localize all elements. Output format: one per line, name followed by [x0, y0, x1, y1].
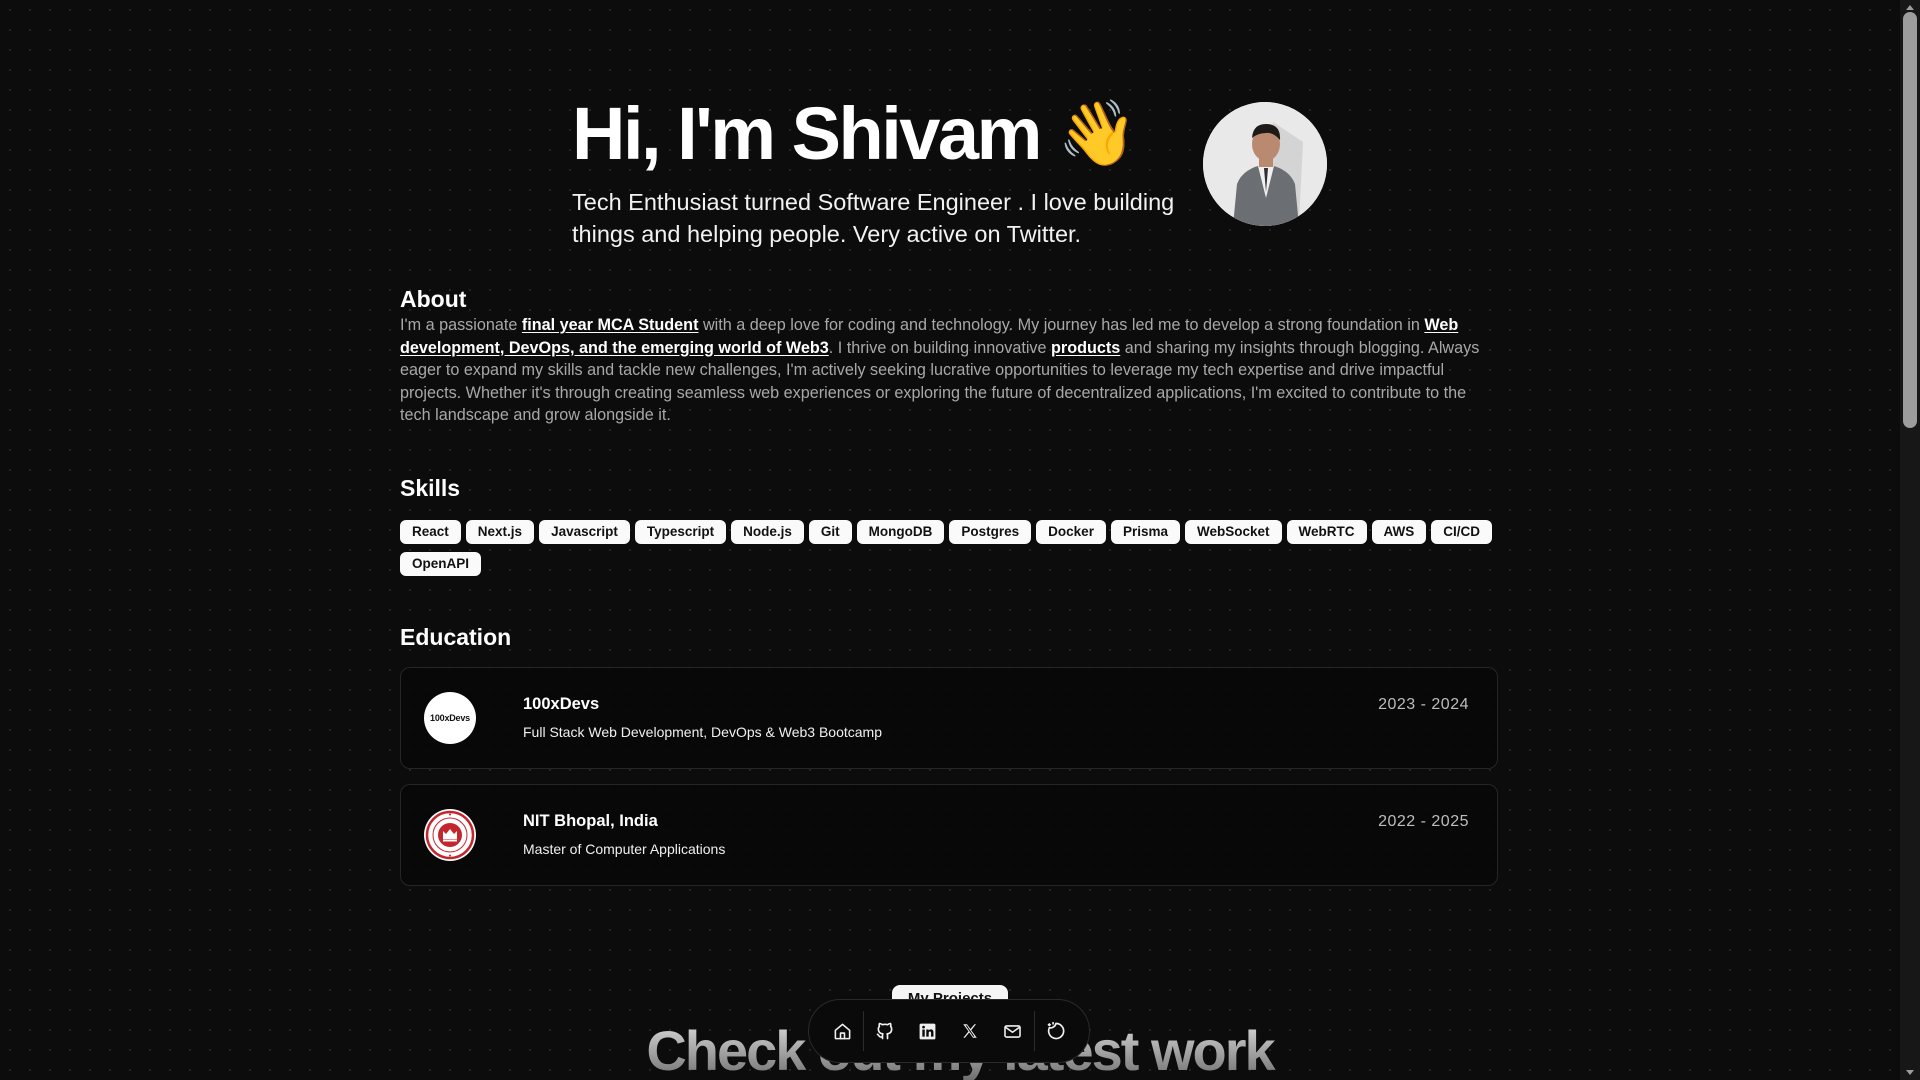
education-title: Education	[400, 624, 512, 650]
education-card[interactable]: NIT Bhopal, India Master of Computer App…	[400, 784, 1498, 886]
skill-chip: WebSocket	[1184, 520, 1282, 544]
skill-chip: OpenAPI	[400, 552, 482, 576]
skill-chip: Prisma	[1110, 520, 1180, 544]
page-scrollbar[interactable]	[1900, 0, 1920, 1080]
mail-icon[interactable]	[991, 1009, 1033, 1054]
skill-chip: Node.js	[731, 520, 804, 544]
about-title: About	[400, 286, 467, 312]
logo-text: 100xDevs	[430, 713, 470, 723]
skill-chip: Docker	[1036, 520, 1106, 544]
skill-chip: Git	[808, 520, 852, 544]
about-text-2: with a deep love for coding and technolo…	[698, 316, 1425, 334]
scrollbar-thumb[interactable]	[1903, 12, 1917, 428]
100xdevs-logo-icon: 100xDevs	[424, 692, 476, 744]
avatar	[1203, 102, 1327, 226]
mca-student-link[interactable]: final year MCA Student	[522, 316, 699, 334]
skill-chip: CI/CD	[1431, 520, 1493, 544]
theme-toggle-icon[interactable]	[1035, 1009, 1077, 1054]
skill-chip: MongoDB	[856, 520, 945, 544]
home-icon[interactable]	[821, 1009, 863, 1054]
skill-chip: React	[400, 520, 461, 544]
wave-emoji-icon: 👋	[1057, 97, 1138, 169]
about-text-3: . I thrive on building innovative	[828, 338, 1052, 357]
skill-chip: Next.js	[465, 520, 535, 544]
portfolio-page: Hi, I'm Shivam 👋 Tech Enthusiast turned S…	[400, 0, 1500, 1080]
school-description: Master of Computer Applications	[523, 841, 726, 857]
school-name: NIT Bhopal, India	[523, 812, 658, 830]
skill-chip: WebRTC	[1286, 520, 1367, 544]
profile-photo-icon	[1203, 102, 1327, 226]
skills-list: React Next.js Javascript Typescript Node…	[400, 520, 1500, 576]
scroll-down-icon[interactable]	[1900, 1066, 1920, 1080]
products-link[interactable]: products	[1051, 339, 1120, 357]
skill-chip: Postgres	[949, 520, 1032, 544]
school-dates: 2023 - 2024	[1378, 696, 1469, 713]
about-text-1: I'm a passionate	[400, 316, 522, 334]
linkedin-icon[interactable]	[907, 1009, 949, 1054]
about-paragraph: I'm a passionate final year MCA Student …	[400, 314, 1500, 427]
hero-subtitle: Tech Enthusiast turned Software Engineer…	[572, 189, 1175, 247]
school-name: 100xDevs	[523, 695, 600, 713]
skills-title: Skills	[400, 475, 461, 501]
bottom-dock	[808, 999, 1090, 1063]
nit-bhopal-seal-icon	[424, 809, 476, 861]
school-dates: 2022 - 2025	[1378, 813, 1469, 830]
education-card[interactable]: 100xDevs 100xDevs Full Stack Web Develop…	[400, 667, 1498, 769]
x-twitter-icon[interactable]	[949, 1009, 991, 1054]
skill-chip: Javascript	[539, 520, 630, 544]
github-icon[interactable]	[864, 1009, 906, 1054]
skill-chip: AWS	[1371, 520, 1427, 544]
skill-chip: Typescript	[634, 520, 727, 544]
hero-title-text: Hi, I'm Shivam	[572, 92, 1042, 175]
school-description: Full Stack Web Development, DevOps & Web…	[523, 724, 882, 740]
